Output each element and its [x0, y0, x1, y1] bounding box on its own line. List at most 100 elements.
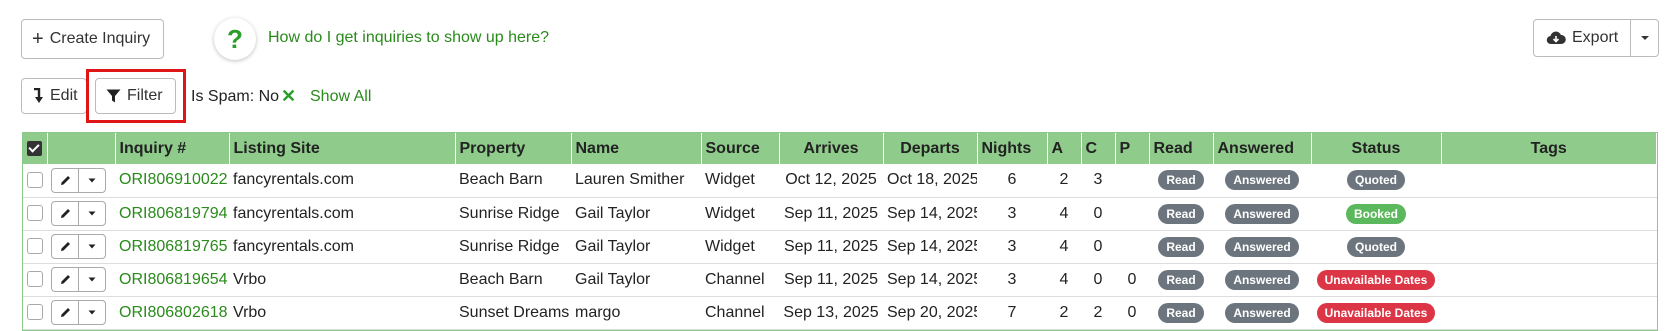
column-header[interactable]: Nights [977, 133, 1048, 164]
arrives-cell: Sep 11, 2025 [783, 270, 878, 288]
caret-down-icon[interactable] [78, 301, 105, 324]
spam-filter-label: Is Spam: No [191, 88, 280, 105]
export-button[interactable]: Export [1533, 19, 1632, 57]
read-badge: Read [1158, 302, 1204, 323]
pencil-icon[interactable] [52, 301, 78, 324]
name-cell: Gail Taylor [575, 204, 651, 222]
column-header[interactable]: Departs [883, 133, 978, 164]
plus-icon: + [32, 28, 44, 50]
listing-site-cell: fancyrentals.com [233, 237, 354, 255]
export-button-group: Export [1533, 19, 1660, 57]
tags-cell [1441, 296, 1657, 329]
inquiry-id-link[interactable]: ORI806819654 [115, 263, 229, 296]
inquiry-id-link[interactable]: ORI806802618 [115, 296, 229, 329]
column-header[interactable]: A [1047, 133, 1082, 164]
children-cell: 0 [1093, 270, 1103, 288]
pencil-icon[interactable] [52, 169, 78, 192]
departs-cell: Sep 14, 2025 [887, 237, 977, 255]
column-header[interactable]: Status [1311, 133, 1442, 164]
level-down-arrow-icon [32, 88, 44, 104]
departs-cell: Sep 20, 2025 [887, 303, 977, 321]
pencil-icon[interactable] [52, 235, 78, 258]
read-badge: Read [1158, 203, 1204, 224]
row-checkbox[interactable] [23, 197, 47, 230]
source-cell: Widget [705, 237, 755, 255]
pets-cell [1115, 230, 1149, 263]
edit-button[interactable]: Edit [21, 78, 87, 114]
read-cell: Read [1149, 164, 1213, 197]
property-cell: Sunrise Ridge [459, 204, 560, 222]
table-row[interactable]: ORI806819794 fancyrentals.com Sunrise Ridg… [23, 197, 1657, 230]
select-all-checkbox[interactable] [23, 133, 48, 164]
source-cell: Channel [705, 270, 765, 288]
caret-down-icon[interactable] [78, 235, 105, 258]
read-badge: Read [1158, 269, 1204, 290]
source-cell: Widget [705, 204, 755, 222]
answered-badge: Answered [1225, 302, 1299, 323]
nights-cell: 3 [1007, 204, 1017, 222]
caret-down-icon [1640, 35, 1650, 41]
inquiries-table: Inquiry # Listing Site Property Name Sou… [22, 132, 1658, 331]
listing-site-cell: fancyrentals.com [233, 171, 354, 189]
cloud-download-icon [1546, 30, 1566, 46]
column-header[interactable]: Inquiry # [115, 133, 230, 164]
column-header[interactable]: Listing Site [229, 133, 456, 164]
row-checkbox[interactable] [23, 296, 47, 329]
row-actions [47, 164, 115, 197]
export-label: Export [1572, 29, 1619, 46]
pencil-icon[interactable] [52, 268, 78, 291]
status-badge: Unavailable Dates [1316, 302, 1436, 323]
property-cell: Sunset Dreams [459, 303, 570, 321]
remove-filter-icon[interactable]: ✕ [281, 86, 296, 107]
tags-cell [1441, 263, 1657, 296]
read-badge: Read [1158, 170, 1204, 191]
inquiry-id-link[interactable]: ORI806819765 [115, 230, 229, 263]
column-header[interactable]: Property [455, 133, 572, 164]
status-cell: Quoted [1311, 164, 1441, 197]
show-all-link[interactable]: Show All [310, 88, 371, 106]
column-header[interactable]: Name [571, 133, 702, 164]
arrives-cell: Sep 11, 2025 [783, 204, 878, 222]
row-checkbox[interactable] [23, 230, 47, 263]
arrives-cell: Sep 11, 2025 [783, 237, 878, 255]
actions-header [47, 133, 116, 164]
column-header[interactable]: Arrives [779, 133, 884, 164]
status-badge: Quoted [1347, 236, 1405, 257]
help-question-icon[interactable]: ? [214, 18, 256, 60]
filter-button[interactable]: Filter [95, 78, 176, 114]
answered-badge: Answered [1225, 203, 1299, 224]
table-row[interactable]: ORI806819765 fancyrentals.com Sunrise Ridg… [23, 230, 1657, 263]
adults-cell: 4 [1059, 237, 1069, 255]
create-inquiry-button[interactable]: + Create Inquiry [21, 19, 164, 59]
column-header[interactable]: Source [701, 133, 780, 164]
inquiry-id-link[interactable]: ORI806910022 [115, 164, 229, 197]
caret-down-icon[interactable] [78, 268, 105, 291]
row-actions [47, 230, 115, 263]
table-row[interactable]: ORI806910022 fancyrentals.com Beach Barn La… [23, 164, 1657, 197]
inquiry-id-link[interactable]: ORI806819794 [115, 197, 229, 230]
pencil-icon[interactable] [52, 202, 78, 225]
children-cell: 3 [1093, 171, 1103, 189]
pets-cell: 0 [1127, 303, 1137, 321]
read-cell: Read [1149, 230, 1213, 263]
name-cell: margo [575, 303, 621, 321]
export-dropdown-toggle[interactable] [1631, 19, 1660, 57]
column-header[interactable]: Tags [1441, 133, 1657, 164]
column-header[interactable]: P [1115, 133, 1150, 164]
property-cell: Beach Barn [459, 171, 543, 189]
column-header[interactable]: Answered [1213, 133, 1312, 164]
tags-cell [1441, 197, 1657, 230]
status-cell: Unavailable Dates [1311, 296, 1441, 329]
row-checkbox[interactable] [23, 263, 47, 296]
caret-down-icon[interactable] [78, 202, 105, 225]
table-row[interactable]: ORI806802618 Vrbo Sunset Dreams margo Channe… [23, 296, 1657, 329]
children-cell: 0 [1093, 237, 1103, 255]
column-header[interactable]: Read [1149, 133, 1214, 164]
caret-down-icon[interactable] [78, 168, 105, 192]
column-header[interactable]: C [1081, 133, 1116, 164]
edit-label: Edit [50, 87, 78, 104]
help-link[interactable]: How do I get inquiries to show up here? [268, 29, 549, 47]
table-row[interactable]: ORI806819654 Vrbo Beach Barn Gail Taylor Cha… [23, 263, 1657, 296]
property-cell: Sunrise Ridge [459, 237, 560, 255]
row-checkbox[interactable] [23, 164, 47, 197]
